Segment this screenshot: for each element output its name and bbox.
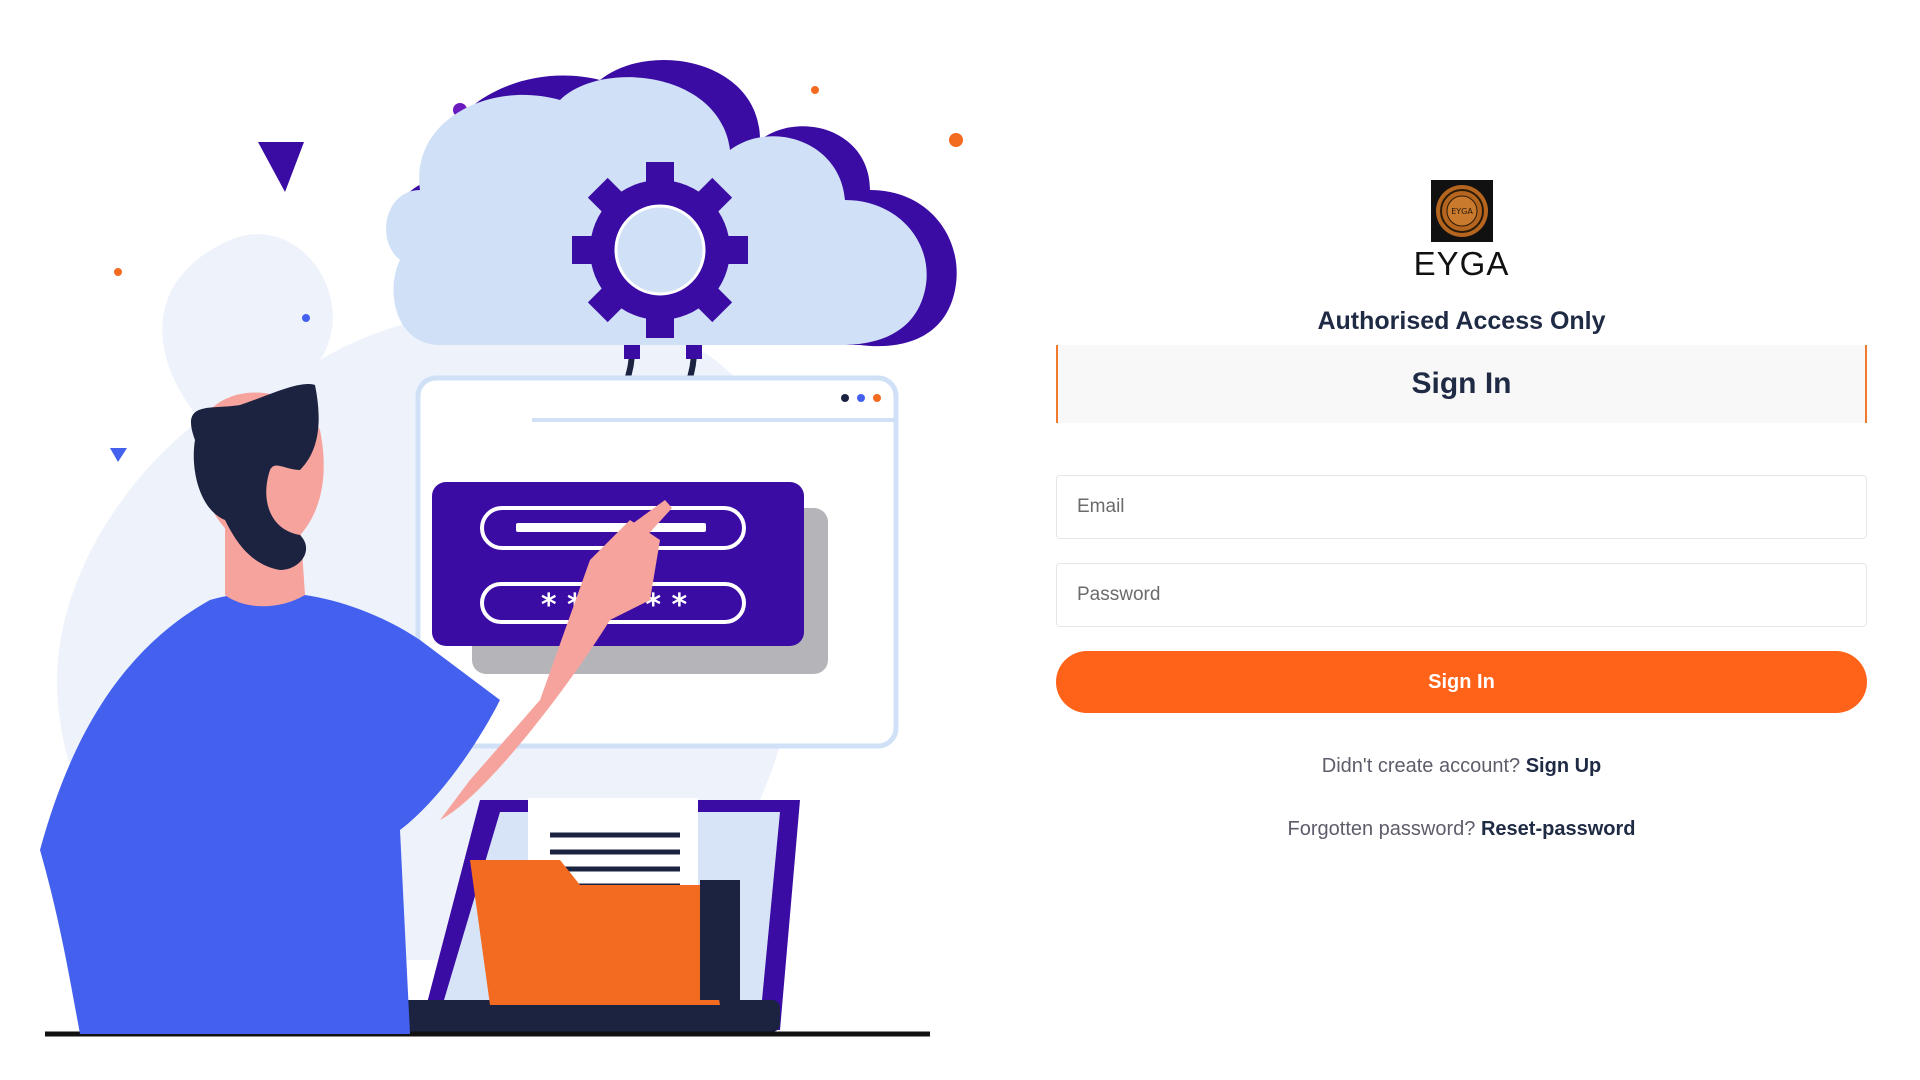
window-dot <box>873 394 881 402</box>
decor-dot <box>114 268 122 276</box>
login-card-username-bar <box>516 523 706 532</box>
decor-dot <box>949 133 963 147</box>
cable-plug <box>624 345 640 359</box>
decor-dot <box>302 314 310 322</box>
reset-line: Forgotten password? Reset-password <box>1056 818 1867 841</box>
decor-triangle <box>258 142 304 192</box>
folder-back <box>700 880 740 1000</box>
password-input[interactable] <box>1056 563 1867 627</box>
signup-line: Didn't create account? Sign Up <box>1056 755 1867 778</box>
decor-dot <box>811 86 819 94</box>
login-illustration: * * * * * * <box>0 0 1000 1080</box>
cloud-login-illustration: * * * * * * <box>40 60 963 1037</box>
brand-name: EYGA <box>1413 245 1510 282</box>
window-dot <box>857 394 865 402</box>
gear-icon <box>572 162 748 338</box>
logo-seal-icon: EYGA <box>1435 185 1488 237</box>
login-page: * * * * * * <box>0 0 1920 1080</box>
decor-triangle <box>110 448 127 462</box>
window-dot <box>841 394 849 402</box>
signin-heading: Sign In <box>1056 345 1867 423</box>
auth-panel: EYGA EYGA Authorised Access Only Sign In… <box>1056 180 1867 841</box>
signup-link[interactable]: Sign Up <box>1526 755 1602 777</box>
email-input[interactable] <box>1056 475 1867 539</box>
signup-prompt: Didn't create account? <box>1321 755 1521 777</box>
reset-password-link[interactable]: Reset-password <box>1481 818 1636 840</box>
eyga-seal-logo: EYGA <box>1430 180 1493 242</box>
access-tagline: Authorised Access Only <box>1317 307 1606 335</box>
svg-text:EYGA: EYGA <box>1451 207 1473 216</box>
cable-plug <box>686 345 702 359</box>
signin-button[interactable]: Sign In <box>1056 651 1867 713</box>
reset-prompt: Forgotten password? <box>1287 818 1476 840</box>
brand: EYGA EYGA <box>1056 180 1867 283</box>
